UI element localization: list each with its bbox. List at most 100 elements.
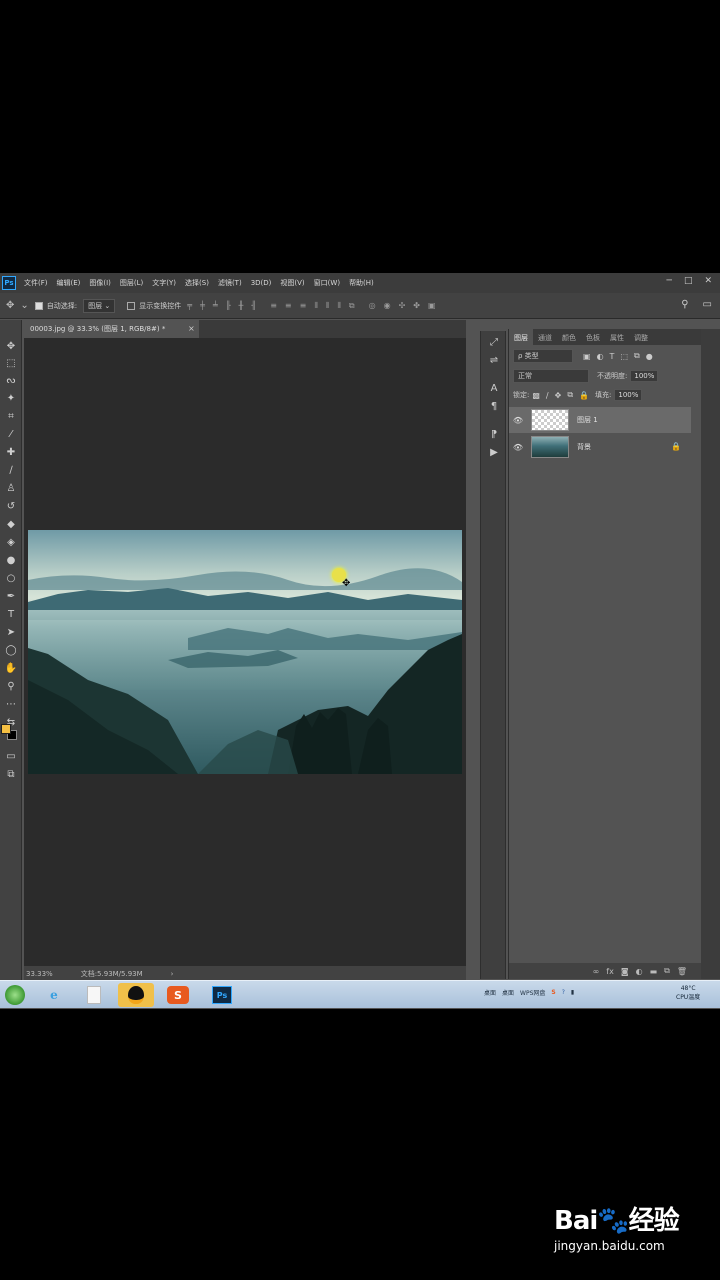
brush-settings-panel-icon[interactable]: ⁋ <box>486 429 502 440</box>
menu-edit[interactable]: 编辑(E) <box>57 278 81 288</box>
menu-type[interactable]: 文字(Y) <box>152 278 176 288</box>
marquee-tool-icon[interactable]: ⬚ <box>2 357 20 371</box>
layer-row-background[interactable]: 👁 背景 🔒 <box>509 434 691 460</box>
distribute-top-icon[interactable]: ≡ <box>270 301 277 311</box>
clone-stamp-tool-icon[interactable]: ♙ <box>2 482 20 496</box>
align-hcenter-icon[interactable]: ╫ <box>239 301 244 310</box>
3d-rotate-icon[interactable]: ◎ <box>369 301 376 310</box>
fill-input[interactable]: 100% <box>614 389 643 401</box>
auto-select-checkbox[interactable] <box>34 301 43 310</box>
layer-row-layer1[interactable]: 👁 图层 1 <box>509 407 691 433</box>
trash-icon[interactable]: 🗑 <box>677 967 687 976</box>
3d-slide-icon[interactable]: ✤ <box>413 301 420 310</box>
search-icon[interactable]: ⚲ <box>681 299 688 310</box>
show-transform-checkbox[interactable] <box>127 301 136 310</box>
visibility-eye-icon[interactable]: 👁 <box>509 416 527 425</box>
status-menu-arrow[interactable]: › <box>171 970 174 978</box>
tab-color[interactable]: 颜色 <box>557 329 581 345</box>
tab-layers[interactable]: 图层 <box>509 329 533 345</box>
opacity-input[interactable]: 100% <box>630 370 659 382</box>
lock-transparent-icon[interactable]: ▩ <box>532 391 540 400</box>
auto-align-icon[interactable]: ⧉ <box>349 301 355 311</box>
type-tool-icon[interactable]: T <box>2 608 20 622</box>
crop-tool-icon[interactable]: ⌗ <box>2 410 20 424</box>
history-panel-icon[interactable]: ⤢ <box>486 337 502 348</box>
zoom-tool-icon[interactable]: ⚲ <box>2 680 20 694</box>
link-icon[interactable]: ∞ <box>593 967 600 976</box>
filter-adjustment-icon[interactable]: ◐ <box>597 352 604 361</box>
paint-bucket-tool-icon[interactable]: ◈ <box>2 536 20 550</box>
menu-view[interactable]: 视图(V) <box>280 278 304 288</box>
mask-icon[interactable]: ◙ <box>621 967 629 976</box>
menu-3d[interactable]: 3D(D) <box>251 279 272 287</box>
lock-artboard-icon[interactable]: ⧉ <box>567 390 573 400</box>
layer-filter-dropdown[interactable]: ρ 类型 <box>513 349 573 363</box>
eraser-tool-icon[interactable]: ◆ <box>2 518 20 532</box>
pen-tool-icon[interactable]: ✒ <box>2 590 20 604</box>
filter-type-icon[interactable]: T <box>610 352 615 361</box>
distribute-left-icon[interactable]: ⦀ <box>314 301 318 311</box>
history-brush-tool-icon[interactable]: ↺ <box>2 500 20 514</box>
more-tools-icon[interactable]: ⋯ <box>2 698 20 712</box>
lock-pixels-icon[interactable]: ∕ <box>546 391 549 400</box>
eyedropper-tool-icon[interactable]: ⁄ <box>2 428 20 442</box>
filter-shape-icon[interactable]: ⬚ <box>620 352 628 361</box>
lock-all-icon[interactable]: 🔒 <box>579 391 589 400</box>
distribute-bottom-icon[interactable]: ≡ <box>300 301 307 311</box>
align-vcenter-icon[interactable]: ╪ <box>200 301 205 310</box>
visibility-eye-icon[interactable]: 👁 <box>509 443 527 452</box>
brush-tool-icon[interactable]: ∕ <box>2 464 20 478</box>
workspace-icon[interactable]: ▭ <box>703 299 712 310</box>
align-bottom-icon[interactable]: ╧ <box>213 301 218 310</box>
distribute-vcenter-icon[interactable]: ≡ <box>285 301 292 311</box>
new-layer-icon[interactable]: ⧉ <box>664 966 670 976</box>
network-tray-icon[interactable]: ▮ <box>571 989 574 996</box>
landscape-image[interactable]: ✥ <box>28 530 462 774</box>
align-left-icon[interactable]: ╟ <box>226 301 231 310</box>
close-button[interactable]: ✕ <box>704 276 712 286</box>
taskbar-qq[interactable] <box>118 983 154 1007</box>
sogou-tray-icon[interactable]: S <box>551 989 555 996</box>
filter-toggle-icon[interactable]: ● <box>646 352 653 361</box>
menu-layer[interactable]: 图层(L) <box>120 278 143 288</box>
3d-pan-icon[interactable]: ✣ <box>399 301 406 310</box>
tray-item[interactable]: 桌面 <box>502 988 514 997</box>
taskbar-ie[interactable]: e <box>36 983 72 1007</box>
blend-mode-dropdown[interactable]: 正常 <box>513 369 589 383</box>
menu-filter[interactable]: 滤镜(T) <box>218 278 242 288</box>
dodge-tool-icon[interactable]: ○ <box>2 572 20 586</box>
menu-help[interactable]: 帮助(H) <box>349 278 374 288</box>
move-tool-icon[interactable]: ✥ <box>6 300 14 311</box>
character-panel-icon[interactable]: A <box>486 383 502 394</box>
taskbar-photoshop[interactable]: Ps <box>204 983 240 1007</box>
filter-smart-icon[interactable]: ⧉ <box>634 351 640 361</box>
tray-item[interactable]: 桌面 <box>484 988 496 997</box>
folder-icon[interactable]: ▬ <box>650 967 658 976</box>
3d-roll-icon[interactable]: ◉ <box>384 301 391 310</box>
taskbar-explorer[interactable] <box>76 983 112 1007</box>
menu-select[interactable]: 选择(S) <box>185 278 209 288</box>
path-selection-tool-icon[interactable]: ➤ <box>2 626 20 640</box>
adjustments-panel-icon[interactable]: ⇌ <box>486 355 502 366</box>
tab-properties[interactable]: 属性 <box>605 329 629 345</box>
ellipse-tool-icon[interactable]: ◯ <box>2 644 20 658</box>
screen-mode-icon[interactable]: ⧉ <box>2 768 20 782</box>
menu-file[interactable]: 文件(F) <box>24 278 48 288</box>
actions-panel-icon[interactable]: ▶ <box>486 447 502 458</box>
menu-window[interactable]: 窗口(W) <box>314 278 340 288</box>
auto-select-dropdown[interactable]: 图层 ⌄ <box>83 298 116 313</box>
taskbar-sogou[interactable]: S <box>160 983 196 1007</box>
start-button[interactable] <box>0 983 30 1007</box>
minimize-button[interactable]: ─ <box>667 276 672 286</box>
tab-adjustments[interactable]: 调整 <box>629 329 653 345</box>
filter-pixel-icon[interactable]: ▣ <box>583 352 591 361</box>
tray-item[interactable]: WPS网盘 <box>520 988 545 997</box>
foreground-color-swatch[interactable] <box>1 724 11 734</box>
blur-tool-icon[interactable]: ● <box>2 554 20 568</box>
tab-swatches[interactable]: 色板 <box>581 329 605 345</box>
lock-position-icon[interactable]: ✥ <box>555 391 562 400</box>
chevron-down-icon[interactable]: ⌄ <box>20 300 28 311</box>
paragraph-panel-icon[interactable]: ¶ <box>486 401 502 412</box>
lasso-tool-icon[interactable]: ᔓ <box>2 374 20 388</box>
close-tab-icon[interactable]: × <box>188 324 195 333</box>
